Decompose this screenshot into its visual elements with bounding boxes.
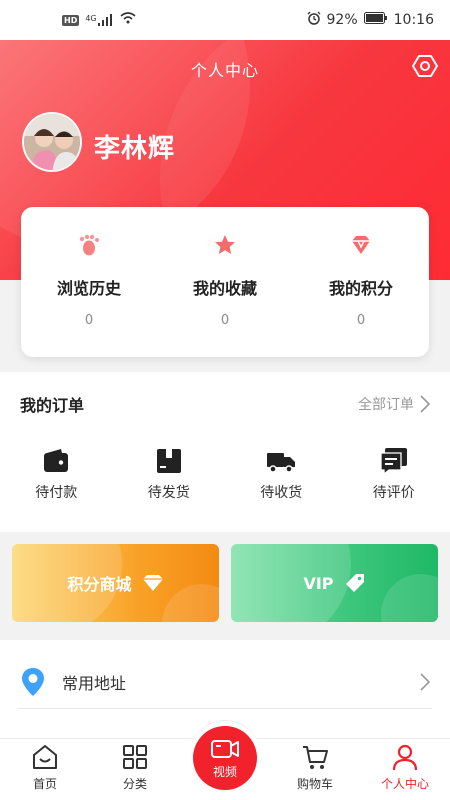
stat-label: 我的积分 <box>328 279 393 298</box>
diamond-icon <box>352 236 370 254</box>
network-type-label: 4G <box>85 14 97 23</box>
person-icon <box>392 744 418 771</box>
stat-points[interactable]: 我的积分 0 <box>293 207 429 357</box>
avatar[interactable] <box>22 112 82 172</box>
stat-label: 我的收藏 <box>192 279 257 298</box>
page-title: 个人中心 <box>190 61 259 80</box>
home-icon <box>33 745 57 769</box>
star-icon <box>215 235 235 254</box>
stat-favorites[interactable]: 我的收藏 0 <box>157 207 293 357</box>
stat-value: 0 <box>356 313 366 328</box>
category-icon <box>123 745 147 769</box>
status-right: 92% 10:16 <box>307 11 434 29</box>
chevron-right-icon <box>420 673 430 691</box>
orders-section: 我的订单 全部订单 待付款 待发货 待收货 待评价 <box>0 372 450 532</box>
order-pending-shipment[interactable]: 待发货 <box>113 446 226 502</box>
stat-value: 0 <box>84 313 94 328</box>
tab-profile[interactable]: 个人中心 <box>360 739 450 800</box>
divider <box>18 708 432 709</box>
review-icon <box>380 448 407 476</box>
promo-section: 积分商城 VIP <box>0 532 450 640</box>
order-pending-review[interactable]: 待评价 <box>338 446 450 502</box>
video-icon <box>211 739 239 758</box>
all-orders-link[interactable]: 全部订单 <box>358 394 430 414</box>
status-left: HD 4G <box>62 12 136 28</box>
orders-header: 我的订单 全部订单 <box>0 372 450 416</box>
hd-badge: HD <box>62 14 80 26</box>
tag-icon <box>345 574 364 592</box>
settings-icon[interactable] <box>412 53 438 79</box>
common-address-row[interactable]: 常用地址 <box>0 640 450 708</box>
chevron-right-icon <box>420 395 430 413</box>
orders-title: 我的订单 <box>20 396 85 415</box>
diamond-icon <box>142 575 163 591</box>
order-label: 待收货 <box>260 485 303 501</box>
tab-label: 视频 <box>212 764 237 779</box>
clock-time: 10:16 <box>393 12 434 28</box>
order-label: 待发货 <box>147 485 190 501</box>
tab-label: 购物车 <box>296 777 333 791</box>
stat-value: 0 <box>220 313 230 328</box>
wifi-icon <box>120 12 136 28</box>
tab-label: 个人中心 <box>380 777 429 791</box>
vip-banner[interactable]: VIP <box>231 544 438 622</box>
battery-icon <box>363 12 388 28</box>
truck-icon <box>267 453 296 473</box>
order-label: 待评价 <box>372 485 415 501</box>
cart-icon <box>303 746 328 769</box>
points-mall-label: 积分商城 <box>67 575 132 594</box>
wallet-icon <box>44 449 69 472</box>
stat-label: 浏览历史 <box>56 279 121 298</box>
all-orders-label: 全部订单 <box>358 397 414 413</box>
order-pending-receipt[interactable]: 待收货 <box>225 446 338 502</box>
signal-icon: 4G <box>85 14 113 26</box>
box-icon <box>156 449 181 473</box>
username: 李林辉 <box>94 134 176 164</box>
banner-decoration <box>162 584 219 622</box>
stats-card: 浏览历史 0 我的收藏 0 我的积分 0 <box>21 207 429 357</box>
order-status-row: 待付款 待发货 待收货 待评价 <box>0 446 450 502</box>
points-mall-banner[interactable]: 积分商城 <box>12 544 219 622</box>
tab-cart[interactable]: 购物车 <box>270 739 360 800</box>
stat-browse-history[interactable]: 浏览历史 0 <box>21 207 157 357</box>
tab-video[interactable]: 视频 <box>193 726 257 790</box>
tab-category[interactable]: 分类 <box>90 739 180 800</box>
tab-label: 分类 <box>122 777 147 791</box>
tab-home[interactable]: 首页 <box>0 739 90 800</box>
battery-percent: 92% <box>326 12 358 28</box>
address-label: 常用地址 <box>62 674 127 693</box>
location-pin-icon <box>22 668 44 696</box>
banner-decoration <box>381 574 438 622</box>
tab-label: 首页 <box>32 777 57 791</box>
status-bar: HD 4G 92% 10:16 <box>0 0 450 40</box>
footprint-icon <box>79 234 99 256</box>
alarm-icon <box>307 11 321 29</box>
order-pending-payment[interactable]: 待付款 <box>0 446 113 502</box>
vip-label: VIP <box>303 573 334 593</box>
order-label: 待付款 <box>35 485 78 501</box>
